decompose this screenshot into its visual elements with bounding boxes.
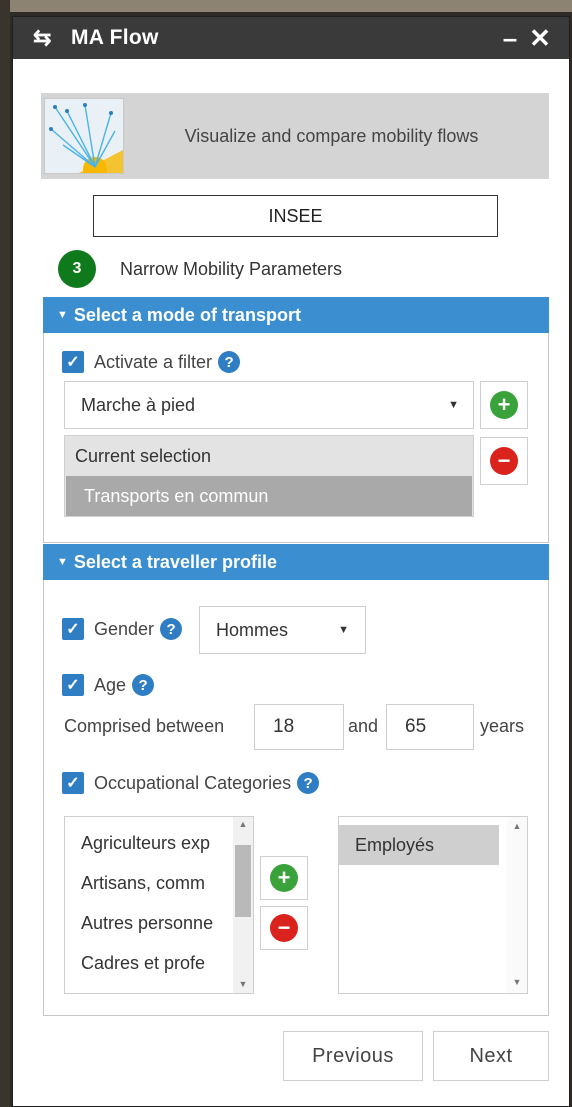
help-icon[interactable]: ? xyxy=(160,618,183,640)
profile-section-title: Select a traveller profile xyxy=(73,551,277,572)
profile-section-body: ✓ Gender ? Hommes ▼ ✓ Age ? Comprised be… xyxy=(43,580,549,1016)
scrollbar-thumb[interactable] xyxy=(235,845,251,917)
previous-button[interactable]: Previous xyxy=(283,1031,423,1081)
age-max-input[interactable]: 65 xyxy=(386,704,474,750)
list-item[interactable]: Artisans, comm xyxy=(65,863,253,903)
flow-map-thumbnail xyxy=(44,98,124,174)
occupation-available-list[interactable]: Agriculteurs exp Artisans, comm Autres p… xyxy=(64,816,254,994)
remove-occupation-button[interactable]: − xyxy=(260,906,308,950)
list-item[interactable]: Cadres et profe xyxy=(65,943,253,983)
scrollbar[interactable]: ▲ ▼ xyxy=(233,817,253,993)
transport-section-body: ✓ Activate a filter ? Marche à pied ▼ + … xyxy=(43,333,549,543)
occupation-row: ✓ Occupational Categories ? xyxy=(62,772,320,794)
age-prefix-text: Comprised between xyxy=(64,716,225,736)
current-selection-list: Current selection Transports en commun xyxy=(64,435,474,517)
gender-checkbox[interactable]: ✓ xyxy=(62,618,84,640)
transport-section-title: Select a mode of transport xyxy=(73,304,301,325)
intro-banner: Visualize and compare mobility flows xyxy=(41,93,549,179)
step-number-badge: 3 xyxy=(58,250,96,288)
activate-filter-checkbox[interactable]: ✓ xyxy=(62,351,84,373)
map-background-left xyxy=(0,0,10,1107)
help-icon[interactable]: ? xyxy=(297,772,320,794)
list-item[interactable]: Agriculteurs exp xyxy=(65,823,253,863)
profile-section-header[interactable]: ▼ Select a traveller profile xyxy=(43,544,549,580)
add-occupation-button[interactable]: + xyxy=(260,856,308,900)
panel-titlebar[interactable]: ⇆ MA Flow – ✕ xyxy=(13,17,569,59)
scroll-up-icon[interactable]: ▲ xyxy=(233,819,253,829)
list-item[interactable]: Employés xyxy=(339,825,499,865)
gender-select[interactable]: Hommes ▼ xyxy=(199,606,366,654)
map-background-top xyxy=(0,0,572,12)
transport-mode-select[interactable]: Marche à pied ▼ xyxy=(64,381,474,429)
age-checkbox[interactable]: ✓ xyxy=(62,674,84,696)
activate-filter-row: ✓ Activate a filter ? xyxy=(62,351,241,373)
remove-transport-button[interactable]: − xyxy=(480,437,528,485)
gender-value: Hommes xyxy=(216,619,289,640)
help-icon[interactable]: ? xyxy=(218,351,241,373)
current-selection-label: Current selection xyxy=(75,445,212,466)
scroll-down-icon[interactable]: ▼ xyxy=(507,977,527,987)
activate-filter-label: Activate a filter xyxy=(94,351,213,372)
minus-icon: − xyxy=(270,914,298,942)
banner-text: Visualize and compare mobility flows xyxy=(184,125,479,146)
scroll-up-icon[interactable]: ▲ xyxy=(507,821,527,831)
help-icon[interactable]: ? xyxy=(132,674,155,696)
caret-down-icon: ▼ xyxy=(57,556,68,568)
next-button[interactable]: Next xyxy=(433,1031,549,1081)
plus-icon: + xyxy=(490,391,518,419)
scroll-down-icon[interactable]: ▼ xyxy=(233,979,253,989)
list-item[interactable]: Transports en commun xyxy=(66,476,472,516)
gender-row: ✓ Gender ? xyxy=(62,618,183,640)
scrollbar[interactable]: ▲ ▼ xyxy=(507,817,527,993)
step-label: Narrow Mobility Parameters xyxy=(120,258,343,279)
transport-mode-value: Marche à pied xyxy=(81,394,196,415)
caret-down-icon: ▼ xyxy=(57,309,68,321)
step-indicator: 3 Narrow Mobility Parameters xyxy=(58,250,342,288)
chevron-down-icon: ▼ xyxy=(338,624,349,636)
swap-arrows-icon: ⇆ xyxy=(33,25,52,50)
occupation-selected-list[interactable]: Employés ▲ ▼ xyxy=(338,816,528,994)
gender-label: Gender xyxy=(94,618,155,639)
occupation-checkbox[interactable]: ✓ xyxy=(62,772,84,794)
minus-icon: − xyxy=(490,447,518,475)
age-row: ✓ Age ? xyxy=(62,674,155,696)
occupation-label: Occupational Categories xyxy=(94,772,292,793)
data-source-box[interactable]: INSEE xyxy=(93,195,498,237)
panel-title: MA Flow xyxy=(71,26,159,49)
close-button[interactable]: ✕ xyxy=(525,23,555,54)
list-item[interactable]: Autres personne xyxy=(65,903,253,943)
add-transport-button[interactable]: + xyxy=(480,381,528,429)
minimize-button[interactable]: – xyxy=(495,23,525,54)
plus-icon: + xyxy=(270,864,298,892)
transport-section-header[interactable]: ▼ Select a mode of transport xyxy=(43,297,549,333)
age-min-input[interactable]: 18 xyxy=(254,704,344,750)
age-label: Age xyxy=(94,674,127,695)
ma-flow-panel: ⇆ MA Flow – ✕ Visualize and compare mobi… xyxy=(12,16,570,1107)
age-suffix-text: years xyxy=(480,716,525,736)
chevron-down-icon: ▼ xyxy=(448,399,459,411)
age-and-text: and xyxy=(348,716,379,736)
